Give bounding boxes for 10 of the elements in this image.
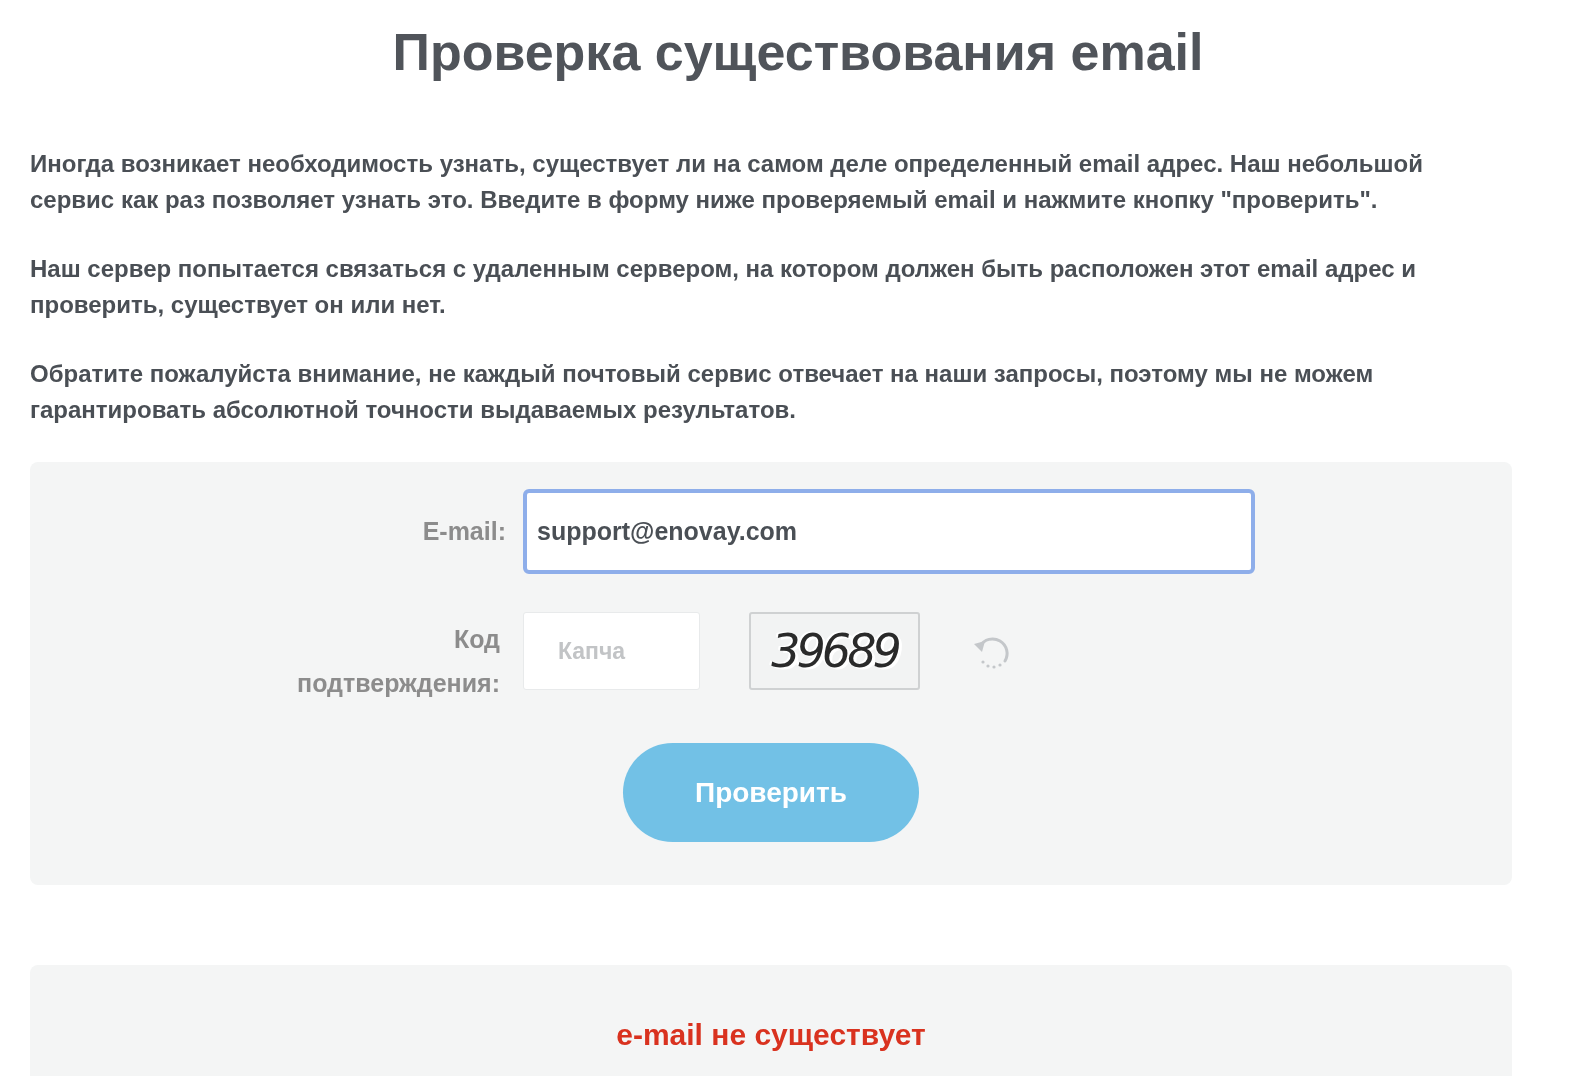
captcha-input[interactable]: Капча bbox=[523, 612, 700, 690]
intro-paragraph: Иногда возникает необходимость узнать, существует ли на самом деле определенный email адрес. Наш небольшой сервис как раз позволяет узнать это. Введите в форму ниже проверяемый email и нажмите кнопку "проверить". bbox=[30, 149, 1424, 215]
intro-paragraph: Наш сервер попытается связаться с удаленным сервером, на котором должен быть расположен этот email адрес и проверить, существует он или нет. bbox=[30, 254, 1417, 320]
captcha-image: 39689 bbox=[749, 612, 920, 690]
email-input[interactable]: support@enovay.com bbox=[523, 489, 1255, 574]
captcha-label: Код подтверждения: bbox=[296, 624, 500, 699]
email-label: E-mail: bbox=[422, 515, 506, 547]
intro-paragraph: Обратите пожалуйста внимание, не каждый почтовый сервис отвечает на наши запросы, поэтому мы не можем гарантировать абсолютной точности выдаваемых результатов. bbox=[30, 359, 1375, 425]
result-message: e-mail не существует bbox=[616, 1017, 926, 1053]
page-title: Проверка существования email bbox=[392, 22, 1204, 82]
